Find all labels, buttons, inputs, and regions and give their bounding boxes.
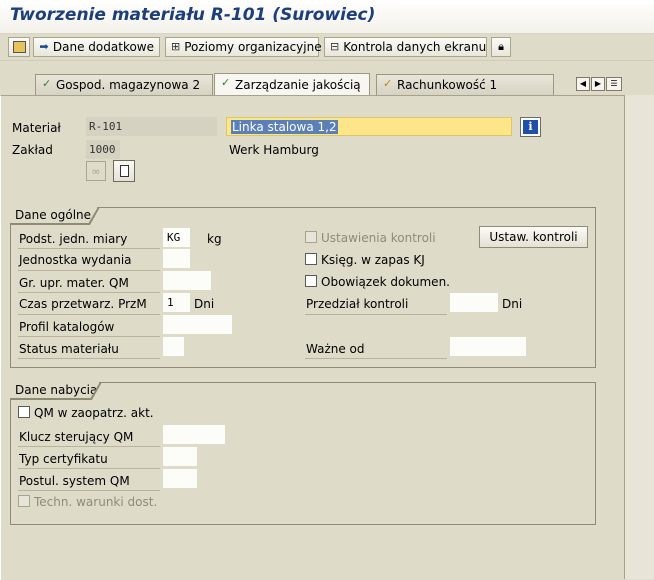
documentation-required-label: Obowiązek dokumen. <box>321 275 450 289</box>
label-underline <box>18 357 160 359</box>
issue-unit-field[interactable] <box>163 249 190 268</box>
material-number-field: R-101 <box>86 117 217 136</box>
required-qm-system-label: Postul. system QM <box>19 474 130 488</box>
check-leaf-icon: ✓ <box>42 77 52 90</box>
post-to-inspection-stock-label: Księg. w zapas KJ <box>321 253 425 267</box>
material-description-text: Linka stalowa 1,2 <box>231 120 338 134</box>
label-underline <box>18 335 160 337</box>
issue-unit-label: Jednostka wydania <box>19 253 132 267</box>
qm-control-key-label: Klucz sterujący QM <box>19 430 134 444</box>
org-levels-icon: ⊞ <box>171 40 181 53</box>
info-icon: i <box>523 120 538 134</box>
window-title: Tworzenie materiału R-101 (Surowiec) <box>10 5 376 25</box>
lock-button[interactable]: 🔒︎ <box>491 37 511 57</box>
tech-delivery-terms-checkbox[interactable] <box>18 495 30 507</box>
label-underline <box>305 313 447 315</box>
label-underline <box>18 445 160 447</box>
screen-data-check-button[interactable]: ⊟ Kontrola danych ekranu <box>324 37 487 57</box>
processing-time-unit: Dni <box>194 297 215 311</box>
inspection-setup-button[interactable]: Ustaw. kontroli <box>479 226 588 248</box>
tab-accounting-1[interactable]: ✓ Rachunkowość 1 <box>376 74 554 95</box>
label-underline <box>18 247 160 249</box>
tab-warehouse-2[interactable]: ✓ Gospod. magazynowa 2 <box>35 74 213 95</box>
label-underline <box>305 357 447 359</box>
label-underline <box>18 291 160 293</box>
material-description-field[interactable]: Linka stalowa 1,2 <box>226 117 512 136</box>
required-qm-system-field[interactable] <box>163 469 197 488</box>
plant-label: Zakład <box>12 143 53 157</box>
inspection-settings-checkbox[interactable] <box>305 231 317 243</box>
tab-label: Gospod. magazynowa 2 <box>56 78 201 92</box>
base-uom-text: kg <box>207 232 222 246</box>
label-underline <box>18 269 160 271</box>
qm-material-group-field[interactable] <box>163 271 211 290</box>
inspection-settings-label: Ustawienia kontroli <box>321 231 436 245</box>
additional-data-label: Dane dodatkowe <box>52 40 154 54</box>
screen-check-icon: ⊟ <box>330 40 340 53</box>
additional-data-button[interactable]: ➡ Dane dodatkowe <box>33 37 160 57</box>
right-gutter <box>624 95 654 579</box>
inspection-interval-label: Przedział kontroli <box>306 297 409 311</box>
processing-time-field[interactable]: 1 <box>163 293 190 312</box>
plant-field: 1000 <box>86 140 120 159</box>
certificate-type-field[interactable] <box>163 447 197 466</box>
catalog-profile-field[interactable] <box>163 315 232 334</box>
qm-material-group-label: Gr. upr. mater. QM <box>19 276 129 290</box>
processing-time-label: Czas przetwarz. PrzM <box>19 297 147 311</box>
material-label: Materiał <box>12 121 61 135</box>
material-status-field[interactable] <box>163 337 184 356</box>
document-button[interactable] <box>113 160 135 182</box>
label-underline <box>18 489 160 491</box>
arrow-right-icon: ➡ <box>39 40 49 53</box>
glasses-icon: ∞ <box>91 164 101 178</box>
inspection-interval-field[interactable] <box>450 293 498 312</box>
certificate-type-label: Typ certyfikatu <box>19 452 108 466</box>
qm-in-procurement-label: QM w zaopatrz. akt. <box>34 406 154 420</box>
tab-scroll-right-button[interactable]: ▶ <box>591 77 605 91</box>
tab-scroll-left-button[interactable]: ◀ <box>576 77 590 91</box>
save-button[interactable] <box>8 37 30 57</box>
valid-from-label: Ważne od <box>306 342 365 356</box>
inspection-interval-unit: Dni <box>502 297 523 311</box>
base-uom-field[interactable]: KG <box>163 228 190 247</box>
org-levels-button[interactable]: ⊞ Poziomy organizacyjne <box>165 37 322 57</box>
tab-quality-management[interactable]: ✓ Zarządzanie jakością <box>214 73 370 96</box>
documentation-required-checkbox[interactable] <box>305 275 317 287</box>
post-to-inspection-stock-checkbox[interactable] <box>305 253 317 265</box>
tech-delivery-terms-label: Techn. warunki dost. <box>34 495 158 509</box>
base-uom-label: Podst. jedn. miary <box>19 232 128 246</box>
org-levels-label: Poziomy organizacyjne <box>184 40 322 54</box>
qm-in-procurement-checkbox[interactable] <box>18 406 30 418</box>
screen-data-check-label: Kontrola danych ekranu <box>343 40 487 54</box>
qm-control-key-field[interactable] <box>163 425 225 444</box>
valid-from-field[interactable] <box>450 337 526 356</box>
document-icon <box>119 165 129 177</box>
check-leaf-icon: ✓ <box>221 76 231 89</box>
info-button[interactable]: i <box>520 117 541 137</box>
label-underline <box>18 313 160 315</box>
procurement-data-title: Dane nabycia <box>10 382 100 399</box>
save-icon <box>12 41 26 53</box>
general-data-title: Dane ogólne <box>10 207 98 224</box>
tab-list-button[interactable]: ☰ <box>606 77 622 91</box>
label-underline <box>18 467 160 469</box>
material-status-label: Status materiału <box>19 342 119 356</box>
glasses-button[interactable]: ∞ <box>86 161 106 181</box>
tab-label: Rachunkowość 1 <box>397 78 498 92</box>
plant-description: Werk Hamburg <box>229 143 319 157</box>
lock-icon: 🔒︎ <box>498 40 504 53</box>
tab-label: Zarządzanie jakością <box>235 78 361 92</box>
check-leaf-icon: ✓ <box>383 77 393 90</box>
catalog-profile-label: Profil katalogów <box>19 320 115 334</box>
